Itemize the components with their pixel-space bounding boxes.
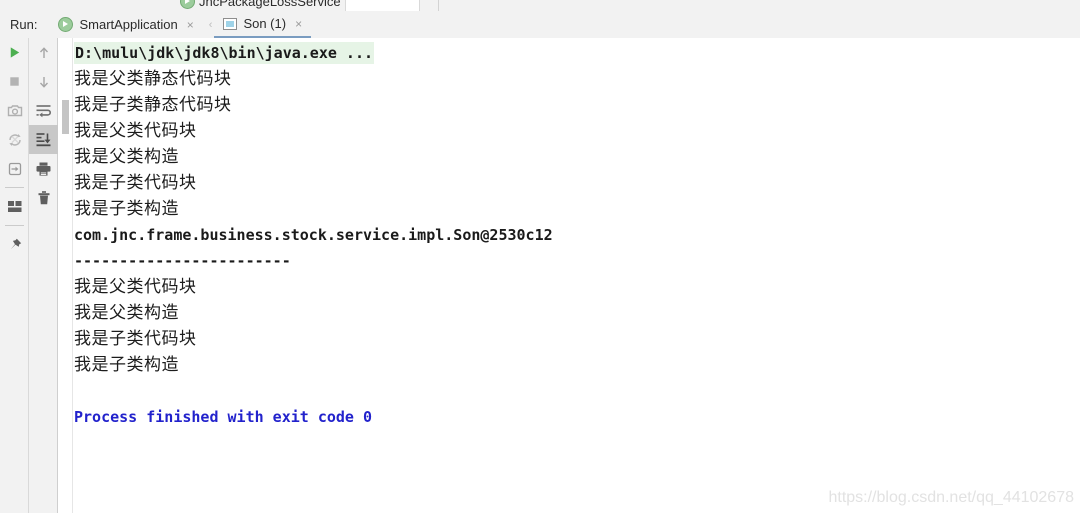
scroll-to-end-icon (36, 133, 51, 147)
run-tool-window-header: Run: SmartApplication × ‹ Son (1) × (0, 11, 1080, 39)
scroll-to-end-button[interactable] (29, 125, 58, 154)
console-line: 我是子类代码块 (74, 173, 197, 193)
console-line: Process finished with exit code 0 (74, 408, 373, 426)
console-line: com.jnc.frame.business.stock.service.imp… (74, 226, 553, 244)
rerun-button[interactable] (0, 38, 29, 67)
printer-icon (36, 162, 51, 176)
console-line: 我是子类代码块 (74, 329, 197, 349)
down-the-stack-trace-button[interactable] (29, 67, 58, 96)
run-label: Run: (10, 17, 38, 32)
console-line: ------------------------ (74, 252, 291, 270)
console-line: 我是子类构造 (74, 355, 179, 375)
console-line: 我是子类静态代码块 (74, 95, 232, 115)
stop-button[interactable] (0, 67, 29, 96)
run-config-icon (180, 0, 195, 9)
console-gutter (58, 38, 73, 513)
up-the-stack-trace-button[interactable] (29, 38, 58, 67)
arrow-down-icon (39, 76, 48, 88)
export-to-text-file-button[interactable] (0, 154, 29, 183)
run-actions-toolbar-secondary (29, 38, 58, 513)
layout-settings-button[interactable] (0, 192, 29, 221)
run-tab-label: Son (1) (243, 16, 287, 31)
rerun-failed-tests-button[interactable] (0, 125, 29, 154)
stop-icon (10, 77, 19, 86)
console-line: 我是子类构造 (74, 199, 179, 219)
toolbar-separator (4, 225, 24, 226)
console-output-panel[interactable]: D:\mulu\jdk\jdk8\bin\java.exe ... 我是父类静态代… (58, 38, 1080, 513)
layout-icon (7, 200, 21, 212)
camera-button[interactable] (0, 96, 29, 125)
console-lines: D:\mulu\jdk\jdk8\bin\java.exe ... 我是父类静态代… (73, 40, 1080, 513)
run-tab-son[interactable]: Son (1) × (214, 11, 312, 38)
close-icon[interactable]: × (295, 18, 302, 30)
run-tab-label: SmartApplication (79, 17, 178, 32)
editor-tab-label: JncPackageLossService (199, 0, 341, 9)
console-line: 我是父类构造 (74, 147, 179, 167)
pin-icon (10, 238, 21, 249)
chevron-left-icon[interactable]: ‹ (209, 19, 213, 31)
export-icon (8, 162, 21, 175)
soft-wrap-button[interactable] (29, 96, 58, 125)
run-config-icon (58, 17, 74, 32)
pin-tab-button[interactable] (0, 230, 29, 259)
console-line: D:\mulu\jdk\jdk8\bin\java.exe ... (73, 40, 1080, 66)
soft-wrap-icon (36, 105, 51, 118)
rerun-failed-icon (8, 133, 21, 146)
console-line: 我是父类静态代码块 (74, 69, 232, 89)
camera-icon (7, 104, 22, 116)
arrow-up-icon (39, 46, 48, 58)
play-icon (10, 47, 20, 58)
toolbar-divider (438, 0, 439, 11)
editor-tab-jncpackagelossservice[interactable]: JncPackageLossService (180, 0, 341, 11)
clear-all-button[interactable] (29, 183, 58, 212)
console-icon (223, 17, 238, 30)
editor-tab-active-blank[interactable] (345, 0, 420, 11)
command-line-highlight: D:\mulu\jdk\jdk8\bin\java.exe ... (74, 42, 375, 64)
run-actions-toolbar-primary (0, 38, 29, 513)
console-line: 我是父类构造 (74, 303, 179, 323)
print-button[interactable] (29, 154, 58, 183)
console-line: 我是父类代码块 (74, 277, 197, 297)
close-icon[interactable]: × (187, 19, 194, 31)
scrollbar-thumb[interactable] (62, 100, 69, 134)
trash-icon (38, 190, 49, 204)
run-tab-smartapplication[interactable]: SmartApplication × (49, 11, 202, 38)
watermark: https://blog.csdn.net/qq_44102678 (828, 489, 1074, 506)
console-line: 我是父类代码块 (74, 121, 197, 141)
toolbar-separator (4, 187, 24, 188)
